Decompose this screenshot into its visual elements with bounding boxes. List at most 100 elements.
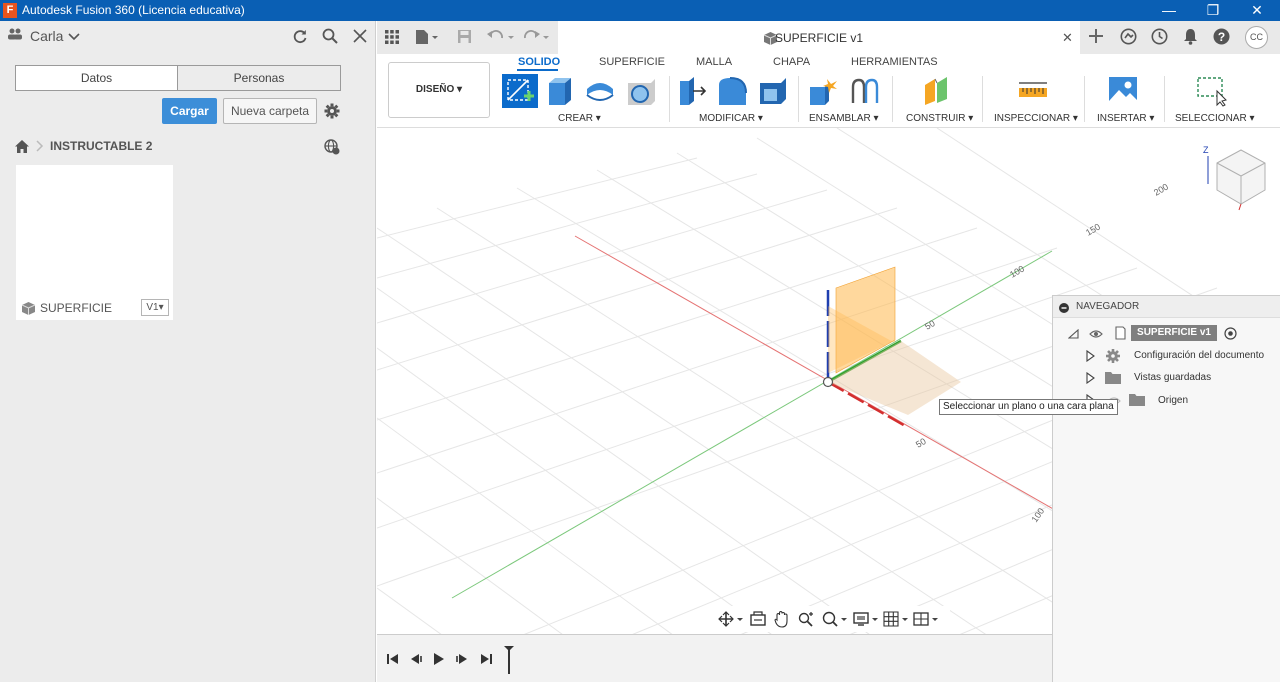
navigator-root[interactable]: SUPERFICIE v1 [1131,325,1217,341]
window-select-tool[interactable] [1195,75,1227,107]
axis-label-200: 200 [1152,182,1170,198]
fit-icon[interactable] [822,611,848,630]
look-at-icon[interactable] [750,611,766,630]
fillet-tool[interactable] [716,75,748,107]
chevron-down-icon[interactable] [68,30,80,44]
close-document-button[interactable]: ✕ [1062,30,1073,46]
pan-hand-icon[interactable] [774,610,790,631]
modify-menu-label: MODIFICAR [699,113,756,124]
step-forward-icon[interactable] [456,653,468,668]
upload-button[interactable]: Cargar [162,98,217,124]
data-panel: Carla Datos Personas Cargar Nueva carpet… [0,21,376,682]
separator [1164,76,1165,122]
navigation-bar [710,606,950,632]
notifications-bell-icon[interactable] [1183,28,1198,48]
extrude-tool[interactable] [543,75,575,107]
gear-icon[interactable] [324,103,340,122]
workspace-switcher[interactable]: DISEÑO ▾ [388,62,490,118]
tab-herramientas[interactable]: HERRAMIENTAS [851,56,938,68]
inspect-menu[interactable]: INSPECCIONAR ▾ [994,113,1078,124]
revolve-tool[interactable] [584,75,616,107]
close-panel-icon[interactable] [353,29,367,46]
measure-tool[interactable] [1017,75,1049,107]
user-name[interactable]: Carla [30,28,63,44]
settings-gear-icon [1105,348,1121,367]
refresh-icon[interactable] [292,28,308,47]
search-icon[interactable] [322,28,338,47]
create-sketch-tool[interactable] [502,74,538,108]
view-cube-z-label: Z [1203,145,1209,155]
folder-icon [1105,371,1121,387]
insert-canvas-tool[interactable] [1107,75,1139,107]
construct-menu[interactable]: CONSTRUIR ▾ [906,113,973,124]
step-back-icon[interactable] [410,653,422,668]
help-icon[interactable]: ? [1213,28,1230,48]
extensions-icon[interactable] [1120,28,1137,48]
redo-icon[interactable] [524,29,552,48]
tab-datos[interactable]: Datos [16,66,178,90]
version-dropdown[interactable]: V1▾ [141,299,169,316]
app-grid-icon[interactable] [385,30,399,47]
component-icon [21,301,36,319]
viewports-icon[interactable] [913,611,939,630]
joint-tool[interactable] [849,75,881,107]
home-icon[interactable] [15,140,29,156]
minimize-button[interactable]: — [1146,0,1192,21]
grid-settings-icon[interactable] [883,611,909,630]
zoom-icon[interactable] [798,611,814,630]
navigator-header[interactable]: NAVEGADOR [1053,296,1280,318]
timeline-marker[interactable] [503,645,515,678]
document-title: SUPERFICIE v1 [774,31,864,45]
restore-button[interactable]: ❐ [1190,0,1236,21]
new-component-tool[interactable] [807,75,839,107]
folder-icon [1129,393,1145,409]
tab-personas[interactable]: Personas [178,66,340,90]
go-to-start-icon[interactable] [387,653,399,668]
go-to-end-icon[interactable] [480,653,492,668]
new-tab-icon[interactable] [1088,28,1104,47]
triangle-collapse-icon[interactable] [1067,328,1079,342]
activate-icon[interactable] [1224,327,1237,343]
expand-triangle-icon[interactable] [1086,349,1095,365]
hole-tool[interactable] [625,75,657,107]
play-icon[interactable] [433,652,445,669]
assemble-menu[interactable]: ENSAMBLAR ▾ [809,113,879,124]
close-window-button[interactable]: ✕ [1234,0,1280,21]
new-folder-button[interactable]: Nueva carpeta [223,98,317,124]
create-menu[interactable]: CREAR ▾ [558,113,601,124]
offset-plane-tool[interactable] [921,75,953,107]
avatar[interactable]: CC [1245,26,1268,49]
origin-point[interactable] [822,376,834,388]
select-menu[interactable]: SELECCIONAR ▾ [1175,113,1255,124]
document-icon [1113,326,1127,343]
nav-item-saved-views[interactable]: Vistas guardadas [1134,372,1211,383]
fusion-logo-icon: F [3,3,17,18]
share-globe-icon[interactable] [324,139,340,158]
expand-triangle-icon[interactable] [1086,371,1095,387]
press-pull-tool[interactable] [675,75,707,107]
save-icon[interactable] [457,29,472,47]
modify-menu[interactable]: MODIFICAR ▾ [699,113,763,124]
collapse-icon[interactable] [1059,302,1069,316]
orbit-icon[interactable] [718,611,744,630]
job-status-icon[interactable] [1151,28,1168,48]
file-menu-icon[interactable] [415,29,439,48]
eye-icon[interactable] [1089,328,1103,342]
file-card[interactable]: SUPERFICIE V1▾ [16,165,173,320]
tab-solido[interactable]: SOLIDO [518,56,560,68]
axis-label-150: 150 [1084,222,1102,238]
insert-menu[interactable]: INSERTAR ▾ [1097,113,1154,124]
undo-icon[interactable] [487,29,515,48]
display-settings-icon[interactable] [853,611,879,630]
tab-chapa[interactable]: CHAPA [773,56,810,68]
breadcrumb[interactable]: INSTRUCTABLE 2 [50,139,152,153]
view-cube-x-axis [1238,203,1242,211]
document-tab[interactable]: SUPERFICIE v1 ✕ [558,21,1080,55]
separator [892,76,893,122]
shell-tool[interactable] [757,75,789,107]
view-cube[interactable]: Z [1203,145,1266,211]
tab-malla[interactable]: MALLA [696,56,732,68]
nav-item-document-settings[interactable]: Configuración del documento [1134,350,1264,361]
nav-item-origin[interactable]: Origen [1158,395,1188,406]
tab-superficie[interactable]: SUPERFICIE [599,56,665,68]
